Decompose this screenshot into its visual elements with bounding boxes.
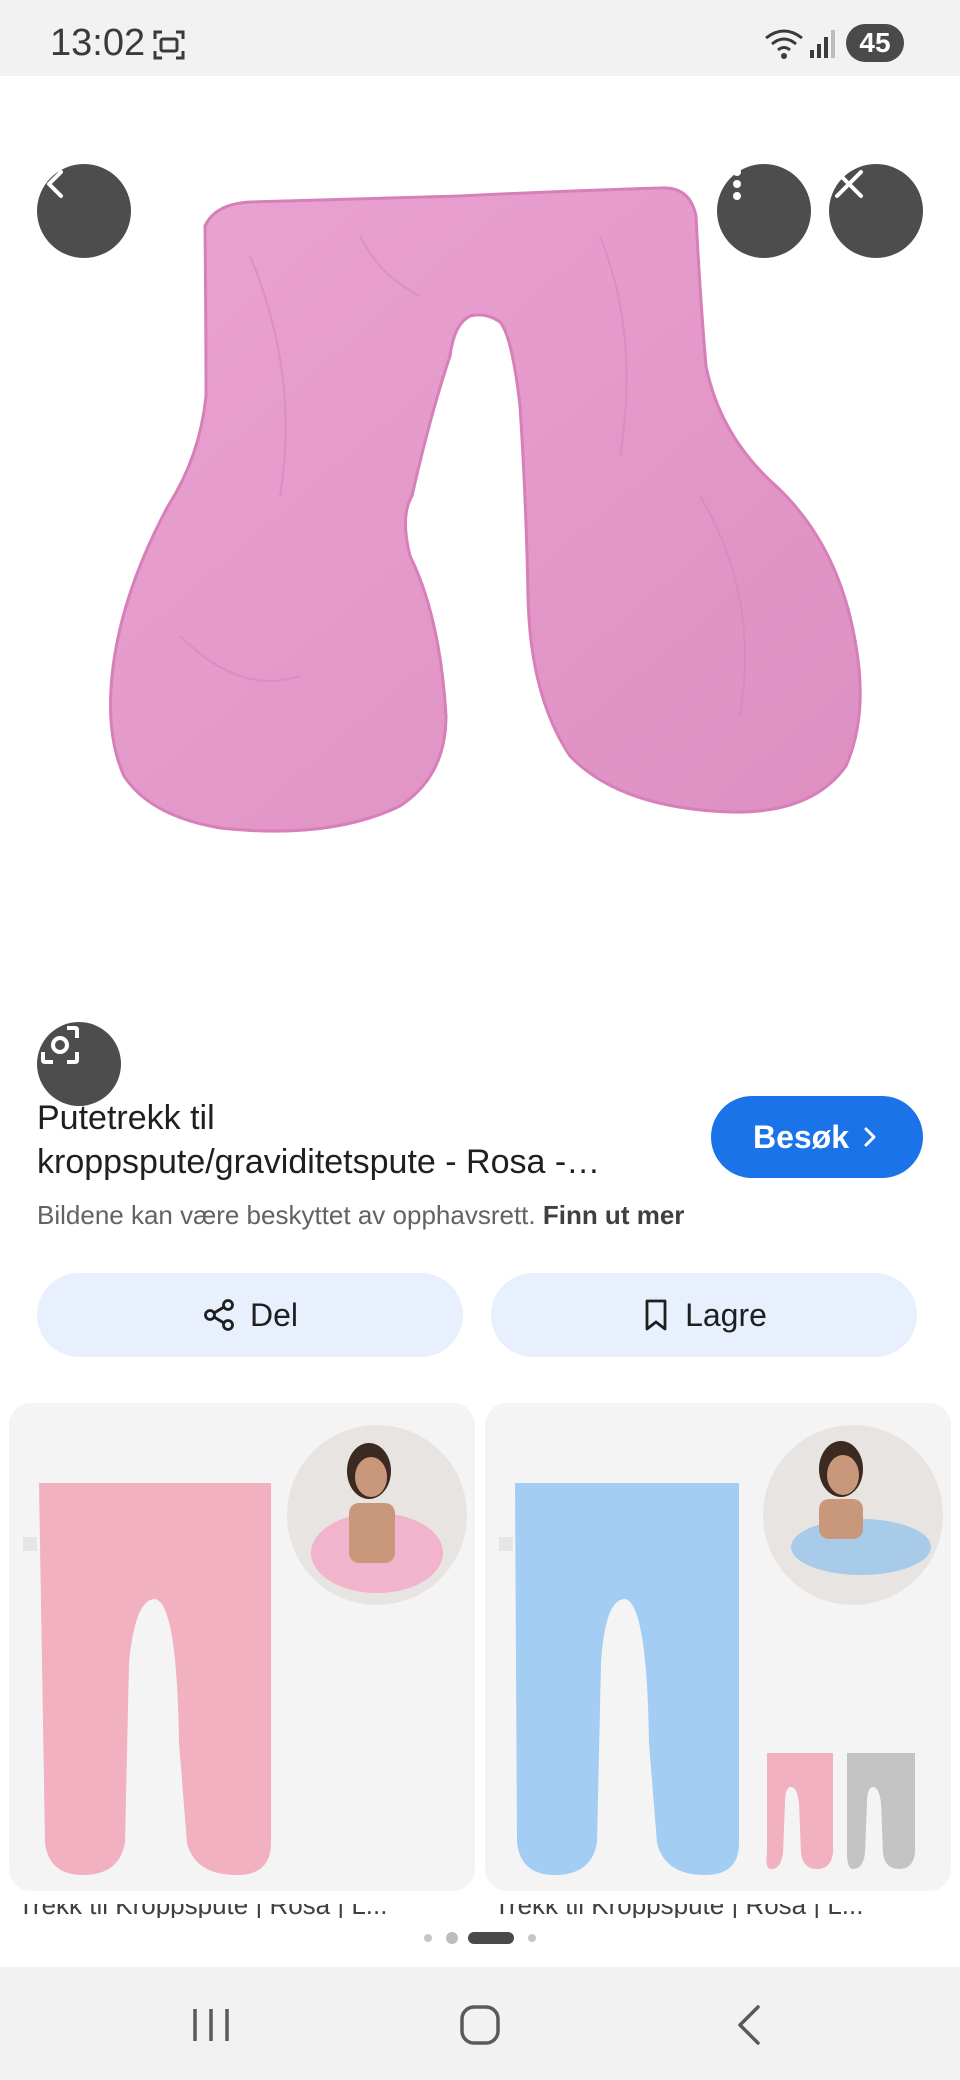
system-back-icon[interactable] xyxy=(720,1995,780,2055)
related-caption: Trekk til Kroppspute | Rosa | L... xyxy=(18,1904,458,1918)
recents-icon[interactable] xyxy=(181,1995,241,2055)
share-button[interactable]: Del xyxy=(37,1273,463,1357)
share-label: Del xyxy=(249,1296,298,1333)
save-label: Lagre xyxy=(685,1296,767,1333)
visit-label: Besøk xyxy=(752,1118,850,1155)
copyright-text: Bildene kan være beskyttet av opphavsret… xyxy=(37,1200,536,1230)
learn-more-link[interactable]: Finn ut mer xyxy=(543,1200,685,1230)
save-button[interactable]: Lagre xyxy=(491,1273,917,1357)
bookmark-icon xyxy=(645,1299,667,1331)
related-image-pink xyxy=(23,1425,467,1875)
product-title-line2: kroppspute/graviditetspute - Rosa -… xyxy=(37,1143,601,1181)
product-title-line1: Putetrekk til xyxy=(37,1099,215,1137)
screen: 13:02 45 Putetrekk til kroppspute/gravid… xyxy=(0,0,960,2080)
back-button[interactable] xyxy=(37,164,131,258)
page-indicator xyxy=(424,1932,536,1944)
battery-indicator: 45 xyxy=(846,24,904,62)
hero-image[interactable] xyxy=(0,76,960,1106)
status-time: 13:02 xyxy=(50,22,146,64)
lens-button[interactable] xyxy=(37,1022,121,1106)
lens-icon xyxy=(41,1026,79,1064)
share-icon xyxy=(204,1299,234,1331)
close-button[interactable] xyxy=(829,164,923,258)
related-caption-text: Trekk til Kroppspute | Rosa | L... xyxy=(18,1904,458,1918)
chevron-right-icon xyxy=(864,1127,876,1147)
related-card-blue[interactable] xyxy=(485,1403,951,1891)
visit-button[interactable]: Besøk xyxy=(711,1096,923,1178)
more-options-button[interactable] xyxy=(717,164,811,258)
wifi-icon xyxy=(765,29,803,59)
related-card-pink[interactable] xyxy=(9,1403,475,1891)
pillow-case-image xyxy=(109,186,862,833)
related-image-blue xyxy=(499,1425,943,1875)
close-icon xyxy=(835,170,863,198)
related-caption: Trekk til Kroppspute | Rosa | L... xyxy=(494,1904,934,1918)
system-nav-bar xyxy=(0,1967,960,2080)
status-bar: 13:02 45 xyxy=(0,0,960,76)
product-title[interactable]: Putetrekk til kroppspute/graviditetspute… xyxy=(37,1096,677,1184)
copyright-notice: Bildene kan være beskyttet av opphavsret… xyxy=(37,1200,684,1231)
chevron-left-icon xyxy=(47,170,63,198)
home-icon[interactable] xyxy=(450,1995,510,2055)
screenshot-icon xyxy=(153,30,185,60)
related-caption-text: Trekk til Kroppspute | Rosa | L... xyxy=(494,1904,934,1918)
signal-icon xyxy=(810,30,835,58)
more-vert-icon xyxy=(733,168,741,200)
